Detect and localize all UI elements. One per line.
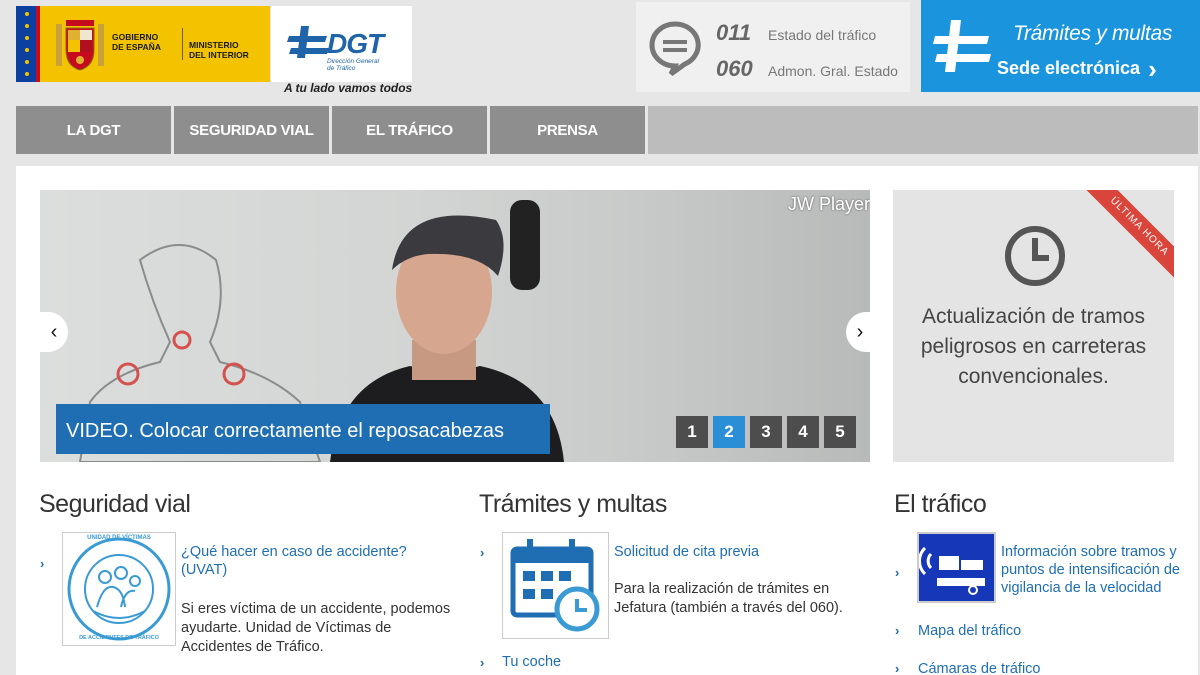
desc-uvat: Si eres víctima de un accidente, podemos… bbox=[181, 601, 451, 655]
pager-button[interactable]: 4 bbox=[787, 416, 819, 448]
news-headline: Actualización de tramos peligrosos en ca… bbox=[920, 305, 1147, 388]
link-mapa-trafico[interactable]: Mapa del tráfico bbox=[918, 622, 1021, 640]
phone-number: 011 bbox=[716, 20, 752, 45]
coat-of-arms-icon bbox=[56, 20, 104, 71]
link-uvat[interactable]: ¿Qué hacer en caso de accidente? (UVAT) bbox=[181, 543, 421, 579]
phone-row-011[interactable]: 011 Estado del tráfico bbox=[716, 20, 876, 46]
link-tu-coche[interactable]: Tu coche bbox=[502, 653, 561, 671]
chevron-right-icon: › bbox=[480, 655, 485, 670]
chevron-right-icon: › bbox=[40, 556, 45, 571]
desc-cita-previa: Para la realización de trámites en Jefat… bbox=[614, 581, 843, 616]
phone-row-060[interactable]: 060 Admon. Gral. Estado bbox=[716, 56, 898, 82]
sede-subtitle: Sede electrónica › bbox=[997, 53, 1157, 84]
link-cita-previa[interactable]: Solicitud de cita previa bbox=[614, 543, 814, 561]
sede-electronica-button[interactable]: Trámites y multas Sede electrónica › bbox=[921, 0, 1200, 92]
jw-player-label: JW Player bbox=[787, 194, 870, 214]
ultima-hora-ribbon: ÚLTIMA HORA bbox=[1078, 190, 1174, 288]
section-title-tramites: Trámites y multas bbox=[479, 490, 667, 518]
pager-button-active[interactable]: 2 bbox=[713, 416, 745, 448]
chevron-right-icon: › bbox=[480, 545, 485, 560]
chevron-right-icon: › bbox=[895, 661, 900, 675]
latest-news-box[interactable]: ÚLTIMA HORA Actualización de tramos peli… bbox=[893, 190, 1174, 462]
link-camaras-trafico[interactable]: Cámaras de tráfico bbox=[918, 660, 1041, 675]
nav-item-prensa[interactable]: PRENSA bbox=[490, 106, 648, 154]
pager-button[interactable]: 1 bbox=[676, 416, 708, 448]
main-nav: LA DGT SEGURIDAD VIAL EL TRÁFICO PRENSA bbox=[16, 106, 1198, 154]
pager-button[interactable]: 5 bbox=[824, 416, 856, 448]
calendar-icon bbox=[510, 539, 600, 632]
slider-caption[interactable]: VIDEO. Colocar correctamente el reposaca… bbox=[56, 404, 550, 454]
speed-control-thumb[interactable] bbox=[917, 532, 996, 603]
section-title-el-trafico: El tráfico bbox=[894, 490, 987, 518]
dgt-mark-icon bbox=[933, 20, 991, 72]
cita-previa-thumb[interactable] bbox=[502, 532, 609, 639]
link-tramos-vigilancia[interactable]: Información sobre tramos y puntos de int… bbox=[1001, 543, 1186, 597]
nav-item-el-trafico[interactable]: EL TRÁFICO bbox=[332, 106, 490, 154]
chevron-right-icon: › bbox=[895, 623, 900, 638]
sede-title: Trámites y multas bbox=[1013, 22, 1173, 45]
section-title-seguridad-vial: Seguridad vial bbox=[39, 490, 191, 518]
nav-item-seguridad-vial[interactable]: SEGURIDAD VIAL bbox=[174, 106, 332, 154]
chevron-right-icon: › bbox=[895, 565, 900, 580]
pager-button[interactable]: 3 bbox=[750, 416, 782, 448]
gobierno-logo[interactable]: GOBIERNO DE ESPAÑA MINISTERIO DEL INTERI… bbox=[16, 6, 270, 82]
chat-bubble-icon bbox=[649, 21, 701, 76]
dgt-subtitle: Dirección General de Tráfico bbox=[327, 58, 380, 72]
badge-text-bottom: DE ACCIDENTES DE TRÁFICO bbox=[79, 635, 159, 641]
phone-label: Admon. Gral. Estado bbox=[768, 63, 898, 79]
victims-unit-icon bbox=[67, 537, 171, 641]
phone-box: 011 Estado del tráfico 060 Admon. Gral. … bbox=[636, 2, 910, 92]
dgt-logo[interactable]: DGT Dirección General de Tráfico bbox=[271, 6, 412, 82]
phone-number: 060 bbox=[716, 56, 753, 81]
tagline: A tu lado vamos todos bbox=[284, 81, 413, 95]
speed-camera-icon bbox=[918, 546, 985, 595]
uvat-badge[interactable]: UNIDAD DE VÍCTIMAS DE ACCIDENTES DE TRÁF… bbox=[62, 532, 176, 646]
eu-flag-icon bbox=[16, 6, 40, 82]
clock-icon bbox=[1005, 226, 1065, 286]
dgt-name: DGT bbox=[327, 28, 384, 59]
ministerio-label: MINISTERIO DEL INTERIOR bbox=[189, 40, 249, 60]
slider-pager: 1 2 3 4 5 bbox=[676, 416, 856, 448]
badge-text-top: UNIDAD DE VÍCTIMAS bbox=[87, 535, 151, 541]
chevron-right-icon: › bbox=[1148, 53, 1157, 84]
nav-item-la-dgt[interactable]: LA DGT bbox=[16, 106, 174, 154]
gobierno-label: GOBIERNO DE ESPAÑA bbox=[112, 32, 161, 52]
phone-label: Estado del tráfico bbox=[768, 27, 877, 43]
